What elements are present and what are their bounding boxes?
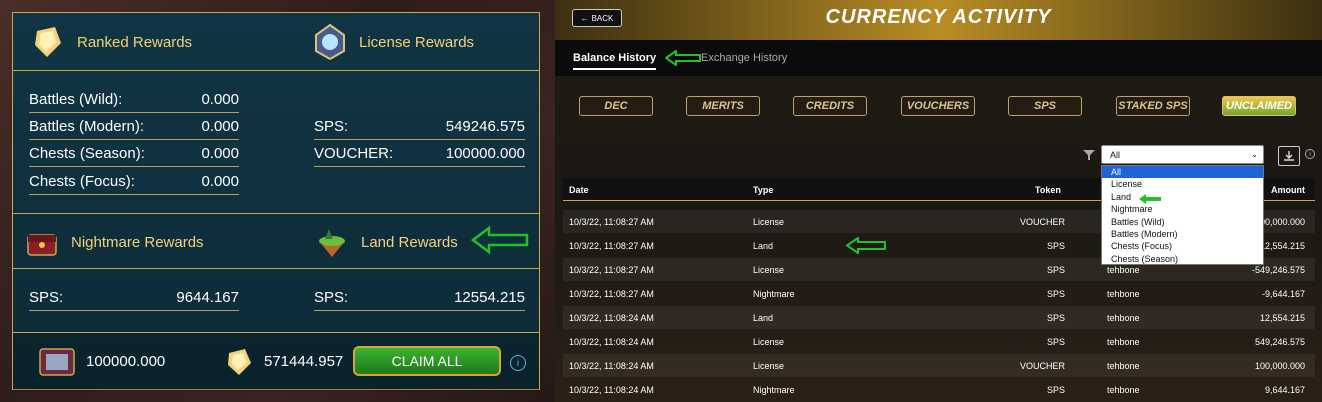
ranked-row: Chests (Focus): 0.000 xyxy=(29,173,239,195)
license-row: SPS: 549246.575 xyxy=(314,118,525,140)
voucher-total: 100000.000 xyxy=(86,353,166,370)
land-island-icon xyxy=(319,229,345,257)
license-rewards-header: License Rewards xyxy=(311,23,474,61)
filter-option-land[interactable]: Land xyxy=(1102,191,1263,203)
divider xyxy=(13,70,539,71)
currency-activity-view: ← BACK CURRENCY ACTIVITY Balance History… xyxy=(555,0,1322,402)
ranked-rewards-title: Ranked Rewards xyxy=(77,33,193,51)
divider xyxy=(13,213,539,214)
chevron-down-icon: ⌄ xyxy=(1251,150,1258,159)
rewards-footer: 100000.000 571444.957 CLAIM ALL i xyxy=(13,333,539,391)
column-type[interactable]: Type xyxy=(753,185,773,195)
table-row: 10/3/22, 11:08:24 AM Nightmare SPS tehbo… xyxy=(569,385,1305,395)
claim-all-button[interactable]: CLAIM ALL xyxy=(353,346,501,376)
currency-tab-merits[interactable]: MERITS xyxy=(686,96,760,116)
filter-option-license[interactable]: License xyxy=(1102,178,1263,190)
nightmare-rewards-title: Nightmare Rewards xyxy=(71,233,204,251)
nightmare-chest-icon xyxy=(27,234,57,256)
currency-tab-staked-sps[interactable]: STAKED SPS xyxy=(1116,96,1190,116)
filter-option-chests-focus[interactable]: Chests (Focus) xyxy=(1102,240,1263,252)
table-row: 10/3/22, 11:08:27 AM Nightmare SPS tehbo… xyxy=(569,289,1305,299)
annotation-arrow-icon xyxy=(471,225,529,255)
table-row: 10/3/22, 11:08:24 AM Land SPS tehbone 12… xyxy=(563,306,1315,329)
divider xyxy=(13,268,539,269)
tab-exchange-history[interactable]: Exchange History xyxy=(701,52,787,64)
column-date[interactable]: Date xyxy=(569,185,589,195)
table-row: 10/3/22, 11:08:24 AM License SPS tehbone… xyxy=(569,337,1305,347)
nightmare-rewards-header: Nightmare Rewards xyxy=(23,223,204,261)
land-rewards-header: Land Rewards xyxy=(313,223,458,261)
history-tabs: Balance History Exchange History xyxy=(555,40,1322,76)
ranked-row: Battles (Modern): 0.000 xyxy=(29,118,239,140)
filter-option-battles-modern[interactable]: Battles (Modern) xyxy=(1102,228,1263,240)
filter-option-chests-season[interactable]: Chests (Season) xyxy=(1102,253,1263,265)
currency-tab-dec[interactable]: DEC xyxy=(579,96,653,116)
filter-option-battles-wild[interactable]: Battles (Wild) xyxy=(1102,216,1263,228)
ranked-gem-icon xyxy=(35,27,61,57)
page-title: CURRENCY ACTIVITY xyxy=(825,6,1052,28)
filter-option-all[interactable]: All xyxy=(1102,166,1263,179)
currency-tab-vouchers[interactable]: VOUCHERS xyxy=(901,96,975,116)
filter-option-nightmare[interactable]: Nightmare xyxy=(1102,203,1263,215)
sps-total: 571444.957 xyxy=(264,353,344,370)
download-icon xyxy=(1284,151,1294,161)
column-amount[interactable]: Amount xyxy=(1271,185,1305,195)
voucher-icon xyxy=(39,348,75,376)
currency-tab-sps[interactable]: SPS xyxy=(1008,96,1082,116)
rewards-panel: Ranked Rewards License Rewards Battles (… xyxy=(12,12,540,391)
info-icon[interactable]: i xyxy=(1305,149,1315,159)
annotation-arrow-icon xyxy=(846,237,886,254)
ranked-row: Battles (Wild): 0.000 xyxy=(29,91,239,113)
license-row: VOUCHER: 100000.000 xyxy=(314,145,525,167)
table-row: 10/3/22, 11:08:24 AM License VOUCHER teh… xyxy=(563,354,1315,377)
download-button[interactable] xyxy=(1278,146,1300,166)
ranked-rewards-header: Ranked Rewards xyxy=(29,23,192,61)
info-icon[interactable]: i xyxy=(510,355,526,371)
filter-dropdown-list: All License Land Nightmare Battles (Wild… xyxy=(1101,165,1264,265)
filter-icon[interactable] xyxy=(1083,149,1095,161)
sps-gem-icon xyxy=(228,349,251,375)
currency-tab-credits[interactable]: CREDITS xyxy=(793,96,867,116)
annotation-arrow-icon xyxy=(665,50,701,66)
land-row: SPS: 12554.215 xyxy=(314,289,525,311)
column-token[interactable]: Token xyxy=(1035,185,1061,195)
annotation-arrow-icon xyxy=(1139,194,1161,204)
land-rewards-title: Land Rewards xyxy=(361,233,458,251)
nightmare-row: SPS: 9644.167 xyxy=(29,289,239,311)
tab-balance-history[interactable]: Balance History xyxy=(573,52,657,70)
license-rewards-title: License Rewards xyxy=(359,33,475,51)
currency-tab-unclaimed[interactable]: UNCLAIMED xyxy=(1222,96,1296,116)
ranked-row: Chests (Season): 0.000 xyxy=(29,145,239,167)
license-crystal-icon xyxy=(315,23,345,61)
type-filter-select[interactable]: All ⌄ xyxy=(1101,145,1264,164)
